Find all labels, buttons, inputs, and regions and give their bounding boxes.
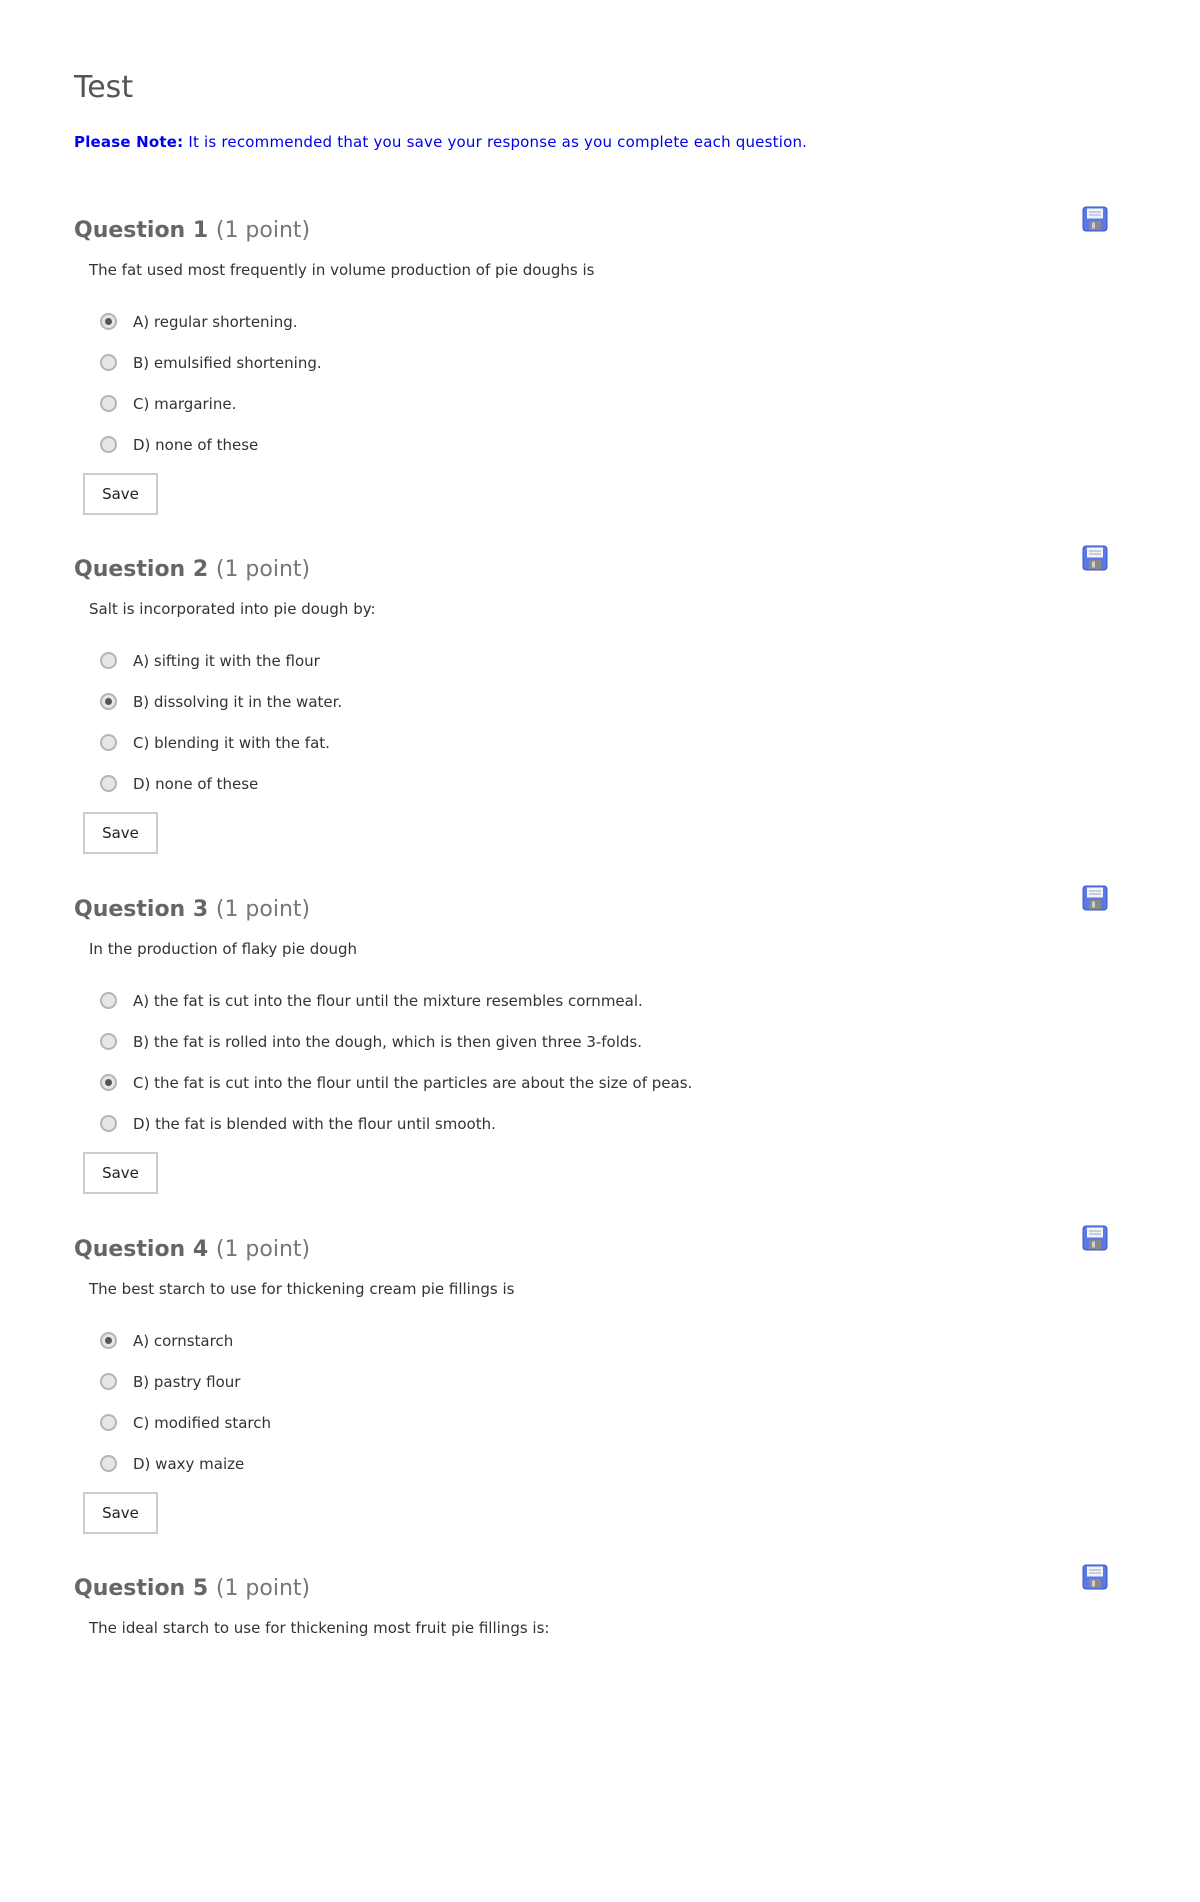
radio-button[interactable]	[100, 693, 117, 710]
option-label: A) cornstarch	[133, 1331, 234, 1350]
answer-option[interactable]: C) blending it with the fat.	[100, 722, 1114, 763]
question-number: Question 2	[74, 557, 209, 582]
answer-option[interactable]: D) none of these	[100, 763, 1114, 804]
question-heading: Question 5 (1 point)	[74, 1572, 1114, 1606]
option-label: D) the fat is blended with the flour unt…	[133, 1114, 496, 1133]
floppy-disk-icon[interactable]	[1082, 206, 1108, 232]
save-button[interactable]: Save	[83, 812, 158, 854]
question-text: The fat used most frequently in volume p…	[89, 261, 595, 279]
option-label: A) the fat is cut into the flour until t…	[133, 991, 643, 1010]
question-text: In the production of flaky pie dough	[89, 940, 357, 958]
question-points: (1 point)	[215, 897, 311, 922]
answer-options: A) cornstarch B) pastry flour C) modified …	[100, 1320, 1114, 1484]
answer-options: A) regular shortening. B) emulsified shor…	[100, 301, 1114, 465]
radio-button[interactable]	[100, 1414, 117, 1431]
question-points: (1 point)	[215, 218, 311, 243]
question-4: Question 4 (1 point) The best starch to …	[74, 1225, 1114, 1563]
answer-option[interactable]: B) the fat is rolled into the dough, whi…	[100, 1021, 1114, 1062]
answer-option[interactable]: D) waxy maize	[100, 1443, 1114, 1484]
question-5: Question 5 (1 point) The ideal starch to…	[74, 1564, 1114, 1902]
option-label: A) regular shortening.	[133, 312, 298, 331]
question-2: Question 2 (1 point) Salt is incorporate…	[74, 545, 1114, 883]
radio-button[interactable]	[100, 1074, 117, 1091]
answer-option[interactable]: A) regular shortening.	[100, 301, 1114, 342]
question-heading: Question 4 (1 point)	[74, 1233, 1114, 1267]
question-points: (1 point)	[215, 1237, 311, 1262]
question-heading: Question 3 (1 point)	[74, 893, 1114, 927]
question-number: Question 3	[74, 897, 209, 922]
answer-option[interactable]: D) the fat is blended with the flour unt…	[100, 1103, 1114, 1144]
radio-button[interactable]	[100, 1033, 117, 1050]
question-number: Question 5	[74, 1576, 209, 1601]
radio-button[interactable]	[100, 652, 117, 669]
floppy-disk-icon[interactable]	[1082, 1225, 1108, 1251]
radio-button[interactable]	[100, 395, 117, 412]
answer-options: A) sifting it with the flour B) dissolvin…	[100, 640, 1114, 804]
option-label: C) margarine.	[133, 394, 237, 413]
option-label: C) the fat is cut into the flour until t…	[133, 1073, 693, 1092]
option-label: C) blending it with the fat.	[133, 733, 330, 752]
radio-button[interactable]	[100, 1455, 117, 1472]
question-heading: Question 2 (1 point)	[74, 553, 1114, 587]
question-points: (1 point)	[215, 1576, 311, 1601]
save-button[interactable]: Save	[83, 473, 158, 515]
floppy-disk-icon[interactable]	[1082, 885, 1108, 911]
question-points: (1 point)	[215, 557, 311, 582]
answer-option[interactable]: D) none of these	[100, 424, 1114, 465]
save-reminder-note: Please Note: It is recommended that you …	[74, 133, 807, 151]
question-text: The best starch to use for thickening cr…	[89, 1280, 515, 1298]
option-label: D) none of these	[133, 435, 259, 454]
option-label: B) pastry flour	[133, 1372, 241, 1391]
option-label: C) modified starch	[133, 1413, 272, 1432]
save-button[interactable]: Save	[83, 1492, 158, 1534]
radio-button[interactable]	[100, 1332, 117, 1349]
answer-option[interactable]: B) emulsified shortening.	[100, 342, 1114, 383]
answer-option[interactable]: A) sifting it with the flour	[100, 640, 1114, 681]
save-button[interactable]: Save	[83, 1152, 158, 1194]
answer-option[interactable]: C) modified starch	[100, 1402, 1114, 1443]
radio-button[interactable]	[100, 436, 117, 453]
question-3: Question 3 (1 point) In the production o…	[74, 885, 1114, 1223]
radio-button[interactable]	[100, 354, 117, 371]
radio-button[interactable]	[100, 992, 117, 1009]
answer-option[interactable]: B) pastry flour	[100, 1361, 1114, 1402]
option-label: D) waxy maize	[133, 1454, 245, 1473]
note-text: It is recommended that you save your res…	[183, 133, 808, 151]
answer-options: A) the fat is cut into the flour until t…	[100, 980, 1114, 1144]
answer-option[interactable]: C) the fat is cut into the flour until t…	[100, 1062, 1114, 1103]
radio-button[interactable]	[100, 313, 117, 330]
option-label: B) the fat is rolled into the dough, whi…	[133, 1032, 643, 1051]
question-number: Question 4	[74, 1237, 209, 1262]
radio-button[interactable]	[100, 775, 117, 792]
answer-option[interactable]: A) the fat is cut into the flour until t…	[100, 980, 1114, 1021]
floppy-disk-icon[interactable]	[1082, 545, 1108, 571]
page-title: Test	[74, 70, 134, 105]
question-1: Question 1 (1 point) The fat used most f…	[74, 206, 1114, 544]
option-label: A) sifting it with the flour	[133, 651, 320, 670]
floppy-disk-icon[interactable]	[1082, 1564, 1108, 1590]
option-label: B) dissolving it in the water.	[133, 692, 343, 711]
radio-button[interactable]	[100, 1373, 117, 1390]
question-text: Salt is incorporated into pie dough by:	[89, 600, 376, 618]
radio-button[interactable]	[100, 734, 117, 751]
answer-option[interactable]: C) margarine.	[100, 383, 1114, 424]
option-label: B) emulsified shortening.	[133, 353, 322, 372]
radio-button[interactable]	[100, 1115, 117, 1132]
question-text: The ideal starch to use for thickening m…	[89, 1619, 550, 1637]
answer-option[interactable]: A) cornstarch	[100, 1320, 1114, 1361]
question-heading: Question 1 (1 point)	[74, 214, 1114, 248]
option-label: D) none of these	[133, 774, 259, 793]
note-label: Please Note:	[74, 133, 184, 151]
answer-option[interactable]: B) dissolving it in the water.	[100, 681, 1114, 722]
question-number: Question 1	[74, 218, 209, 243]
